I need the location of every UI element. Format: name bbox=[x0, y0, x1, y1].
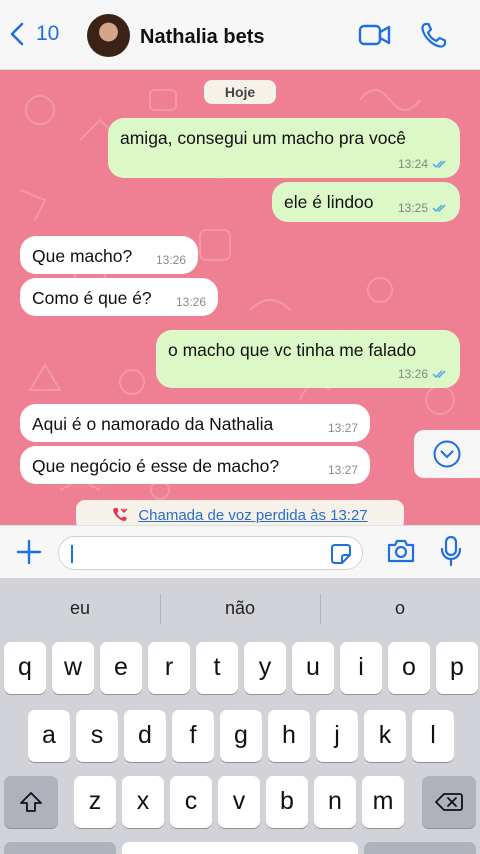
key[interactable]: j bbox=[316, 710, 358, 762]
message-input-bar bbox=[0, 525, 480, 578]
predictive-bar: eu não o bbox=[0, 578, 480, 638]
space-key[interactable] bbox=[122, 842, 358, 854]
message-time: 13:26 bbox=[397, 367, 428, 381]
missed-call-text[interactable]: Chamada de voz perdida às 13:27 bbox=[138, 507, 367, 524]
chevron-down-icon bbox=[433, 440, 461, 468]
avatar[interactable] bbox=[87, 14, 130, 57]
message-text: o macho que vc tinha me falado bbox=[168, 340, 417, 360]
sticker-icon bbox=[331, 544, 351, 564]
video-call-icon bbox=[358, 24, 391, 46]
key[interactable]: z bbox=[74, 776, 116, 828]
message-bubble-outgoing[interactable]: amiga, consegui um macho pra você 13:24 bbox=[108, 118, 460, 178]
key[interactable]: y bbox=[244, 642, 286, 694]
scroll-to-bottom-button[interactable] bbox=[414, 430, 480, 478]
key[interactable]: h bbox=[268, 710, 310, 762]
contact-name[interactable]: Nathalia bets bbox=[140, 26, 264, 49]
message-bubble-outgoing[interactable]: ele é lindoo 13:25 bbox=[272, 182, 460, 222]
key[interactable]: f bbox=[172, 710, 214, 762]
video-call-button[interactable] bbox=[358, 22, 391, 48]
message-text: ele é lindoo bbox=[284, 192, 374, 212]
plus-icon bbox=[16, 539, 42, 565]
key[interactable]: t bbox=[196, 642, 238, 694]
message-bubble-incoming[interactable]: Como é que é? 13:26 bbox=[20, 278, 218, 316]
backspace-icon bbox=[435, 793, 463, 811]
message-meta: 13:26 bbox=[398, 367, 448, 381]
key[interactable]: r bbox=[148, 642, 190, 694]
key[interactable]: o bbox=[388, 642, 430, 694]
suggestion-item[interactable]: o bbox=[320, 578, 480, 638]
numbers-key[interactable] bbox=[4, 842, 116, 854]
chevron-left-icon bbox=[10, 22, 24, 46]
message-time: 13:27 bbox=[327, 463, 358, 477]
key[interactable]: s bbox=[76, 710, 118, 762]
key[interactable]: p bbox=[436, 642, 478, 694]
key[interactable]: e bbox=[100, 642, 142, 694]
text-caret bbox=[71, 545, 73, 563]
message-text: amiga, consegui um macho pra você bbox=[120, 128, 406, 148]
voice-message-button[interactable] bbox=[440, 535, 462, 572]
read-ticks-icon bbox=[432, 204, 446, 213]
message-time: 13:26 bbox=[175, 295, 206, 309]
attach-button[interactable] bbox=[16, 539, 42, 570]
key[interactable]: k bbox=[364, 710, 406, 762]
back-button[interactable]: 10 bbox=[10, 22, 59, 46]
message-text: Aqui é o namorado da Nathalia bbox=[32, 414, 274, 434]
missed-call-notice[interactable]: Chamada de voz perdida às 13:27 bbox=[76, 500, 404, 525]
key[interactable]: q bbox=[4, 642, 46, 694]
message-meta: 13:24 bbox=[398, 157, 448, 171]
sticker-button[interactable] bbox=[330, 543, 352, 570]
message-time: 13:24 bbox=[397, 157, 428, 171]
message-text: Que macho? bbox=[32, 246, 133, 266]
key[interactable]: w bbox=[52, 642, 94, 694]
key[interactable]: m bbox=[362, 776, 404, 828]
message-text: Que negócio é esse de macho? bbox=[32, 456, 280, 476]
return-key[interactable] bbox=[364, 842, 476, 854]
key[interactable]: n bbox=[314, 776, 356, 828]
key[interactable]: a bbox=[28, 710, 70, 762]
unread-count: 10 bbox=[36, 22, 60, 45]
message-time: 13:27 bbox=[327, 421, 358, 435]
backspace-key[interactable] bbox=[422, 776, 476, 828]
date-separator: Hoje bbox=[204, 80, 276, 104]
chat-area[interactable]: Hoje amiga, consegui um macho pra você 1… bbox=[0, 70, 480, 525]
suggestion-item[interactable]: eu bbox=[0, 578, 160, 638]
message-bubble-incoming[interactable]: Que macho? 13:26 bbox=[20, 236, 198, 274]
message-input[interactable] bbox=[58, 536, 363, 570]
phone-icon bbox=[421, 22, 447, 48]
message-text: Como é que é? bbox=[32, 288, 152, 308]
camera-icon bbox=[387, 539, 415, 563]
key[interactable]: g bbox=[220, 710, 262, 762]
microphone-icon bbox=[440, 535, 462, 567]
missed-call-icon bbox=[113, 508, 128, 522]
keyboard: eu não o q w e r t y u i o p a s d f g h… bbox=[0, 578, 480, 854]
suggestion-item[interactable]: não bbox=[160, 578, 320, 638]
shift-icon bbox=[20, 792, 42, 812]
read-ticks-icon bbox=[432, 370, 446, 379]
key[interactable]: d bbox=[124, 710, 166, 762]
message-bubble-incoming[interactable]: Que negócio é esse de macho? 13:27 bbox=[20, 446, 370, 484]
voice-call-button[interactable] bbox=[420, 22, 447, 49]
key[interactable]: i bbox=[340, 642, 382, 694]
message-time: 13:25 bbox=[397, 201, 428, 215]
key[interactable]: b bbox=[266, 776, 308, 828]
camera-button[interactable] bbox=[386, 538, 416, 569]
key[interactable]: l bbox=[412, 710, 454, 762]
message-time: 13:26 bbox=[155, 253, 186, 267]
key[interactable]: x bbox=[122, 776, 164, 828]
shift-key[interactable] bbox=[4, 776, 58, 828]
key[interactable]: c bbox=[170, 776, 212, 828]
chat-header: 10 Nathalia bets bbox=[0, 0, 480, 70]
key[interactable]: u bbox=[292, 642, 334, 694]
read-ticks-icon bbox=[432, 160, 446, 169]
message-meta: 13:25 bbox=[398, 201, 448, 215]
message-bubble-outgoing[interactable]: o macho que vc tinha me falado 13:26 bbox=[156, 330, 460, 388]
message-bubble-incoming[interactable]: Aqui é o namorado da Nathalia 13:27 bbox=[20, 404, 370, 442]
key[interactable]: v bbox=[218, 776, 260, 828]
